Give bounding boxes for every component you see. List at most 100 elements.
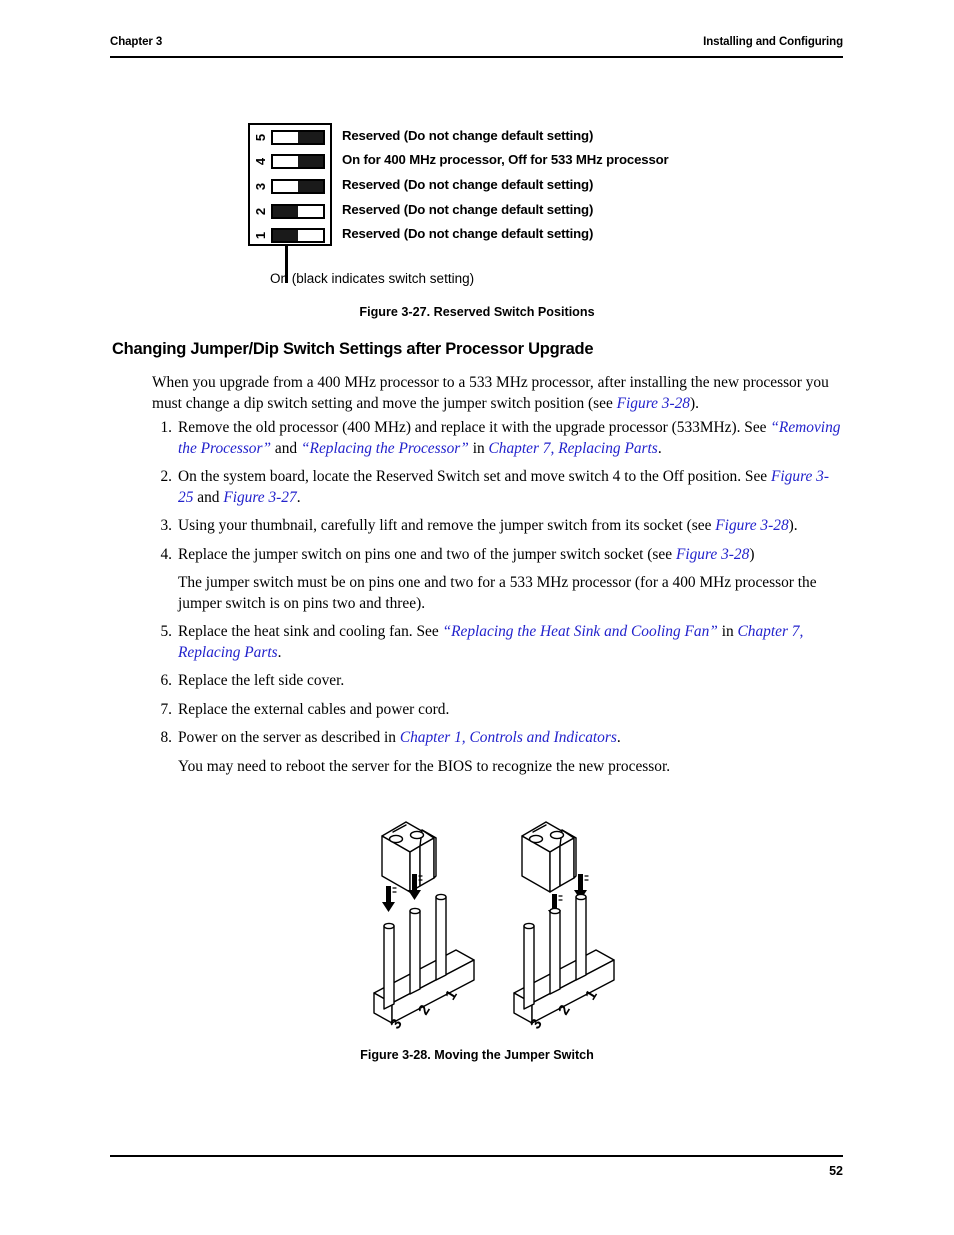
dip-switch-toggle-4[interactable] <box>271 154 325 170</box>
switch-half-left-1 <box>273 230 298 242</box>
dip-switch-number-5: 5 <box>253 133 268 141</box>
dip-switch-bank: 5 4 3 2 1 <box>248 123 332 246</box>
callout-label: On (black indicates switch setting) <box>270 271 475 286</box>
cross-reference-link[interactable]: Chapter 7, Replacing Parts <box>489 440 658 457</box>
procedure-step-number: 6. <box>160 672 172 689</box>
dip-switch-label-list: Reserved (Do not change default setting)… <box>342 123 772 246</box>
step-text: in <box>468 439 489 457</box>
dip-switch-toggle-5[interactable] <box>271 129 325 145</box>
jumper-diagram-left: 3 2 1 <box>373 821 475 1032</box>
procedure-step: 8. Power on the server as described in Ch… <box>152 728 844 749</box>
step-text: On the system board, locate the Reserved… <box>178 468 771 485</box>
step-text: . <box>657 439 662 457</box>
step-text: and <box>271 439 301 457</box>
xref-figure-3-28[interactable]: Figure 3-28 <box>617 395 690 412</box>
figure-3-27-caption: Figure 3-27. Reserved Switch Positions <box>359 305 595 319</box>
dip-switch-number-2: 2 <box>253 207 268 215</box>
step-text: You may need to reboot the server for th… <box>178 757 671 775</box>
header-section: Installing and Configuring <box>703 36 843 48</box>
cross-reference-link[interactable]: Figure 3-28 <box>676 546 749 563</box>
figure-3-28-caption: Figure 3-28. Moving the Jumper Switch <box>360 1048 594 1062</box>
procedure-list: 1. Remove the old processor (400 MHz) and… <box>152 418 844 785</box>
procedure-step-number: 3. <box>160 517 172 534</box>
procedure-step-number: 1. <box>160 419 172 436</box>
switch-half-right-5 <box>298 131 323 143</box>
footer-rule <box>110 1155 843 1157</box>
step-text: ) <box>749 545 755 563</box>
switch-half-left-5 <box>273 131 298 143</box>
dip-switch-toggle-3[interactable] <box>271 178 325 194</box>
procedure-step: 3. Using your thumbnail, carefully lift a… <box>152 516 844 537</box>
step-text: The jumper switch must be on pins one an… <box>178 574 817 612</box>
document-page: Chapter 3 Installing and Configuring 5 4 3… <box>0 0 954 1235</box>
step-text: . <box>616 729 621 746</box>
pin-1-left <box>435 893 447 981</box>
switch-half-right-1 <box>298 230 323 242</box>
step-text: . <box>296 488 301 506</box>
dip-switch-description-3: Reserved (Do not change default setting) <box>342 176 594 192</box>
step-text: . <box>277 643 282 661</box>
step-text: in <box>717 623 738 640</box>
switch-half-left-4 <box>273 156 298 168</box>
section-heading: Changing Jumper/Dip Switch Settings afte… <box>112 340 594 358</box>
cross-reference-link[interactable]: “Replacing the Heat Sink and Cooling Fan… <box>443 623 718 640</box>
switch-half-right-3 <box>298 180 323 192</box>
step-text: Replace the jumper switch on pins one an… <box>178 545 676 563</box>
procedure-note: The jumper switch must be on pins one an… <box>152 573 844 614</box>
procedure-step-number: 5. <box>160 623 172 640</box>
running-header: Chapter 3 Installing and Configuring <box>110 36 843 48</box>
cross-reference-link[interactable]: Figure 3-27 <box>223 489 296 506</box>
intro-paragraph: When you upgrade from a 400 MHz processo… <box>152 373 844 414</box>
intro-text-part1: When you upgrade from a 400 MHz processo… <box>152 374 829 412</box>
dip-switch-4[interactable]: 4 <box>250 150 334 175</box>
step-text: Remove the old processor (400 MHz) and r… <box>178 419 771 436</box>
procedure-step-number: 2. <box>160 468 172 485</box>
procedure-step: 7. Replace the external cables and power … <box>152 700 844 721</box>
header-rule <box>110 56 843 58</box>
dip-switch-5[interactable]: 5 <box>250 125 334 150</box>
cross-reference-link[interactable]: “Replacing the Processor” <box>301 440 469 457</box>
step-text: Replace the heat sink and cooling fan. S… <box>178 623 443 640</box>
step-text: Replace the external cables and power co… <box>178 700 450 718</box>
cross-reference-link[interactable]: Chapter 1, Controls and Indicators <box>400 729 617 746</box>
pin-2-right <box>549 907 561 995</box>
procedure-step: 5. Replace the heat sink and cooling fan.… <box>152 622 844 663</box>
switch-half-right-2 <box>298 205 323 217</box>
procedure-step: 2. On the system board, locate the Reserv… <box>152 467 844 508</box>
procedure-step: 1. Remove the old processor (400 MHz) and… <box>152 418 844 459</box>
jumper-diagram-right: 3 2 1 <box>513 821 615 1032</box>
dip-switch-3[interactable]: 3 <box>250 174 334 199</box>
dip-switch-description-5: Reserved (Do not change default setting) <box>342 127 594 143</box>
pin-3-left <box>383 922 395 1010</box>
dip-switch-number-4: 4 <box>253 158 268 166</box>
dip-switch-1[interactable]: 1 <box>250 223 334 248</box>
pin-1-right <box>575 893 587 981</box>
pin-3-right <box>523 922 535 1010</box>
page-number: 52 <box>829 1164 843 1178</box>
procedure-step: 4. Replace the jumper switch on pins one … <box>152 545 844 566</box>
procedure-step-number: 7. <box>160 700 172 718</box>
dip-switch-description-1: Reserved (Do not change default setting) <box>342 226 594 242</box>
dip-switch-number-3: 3 <box>253 182 268 191</box>
step-text: Using your thumbnail, carefully lift and… <box>178 517 716 534</box>
jumper-block-left <box>381 821 437 893</box>
dip-switch-toggle-1[interactable] <box>271 228 325 244</box>
insert-arrow-left-pin3 <box>382 886 395 912</box>
switch-half-left-2 <box>273 205 298 217</box>
jumper-block-right <box>521 821 577 893</box>
procedure-note: You may need to reboot the server for th… <box>152 757 844 778</box>
figure-3-27-dip-switch-diagram: 5 4 3 2 1 Reserved (Do not change default se… <box>248 123 768 303</box>
dip-switch-description-4: On for 400 MHz processor, Off for 533 MH… <box>342 152 669 168</box>
switch-half-left-3 <box>273 180 298 192</box>
procedure-step-number: 8. <box>160 729 172 746</box>
dip-switch-toggle-2[interactable] <box>271 203 325 219</box>
step-text: Power on the server as described in <box>178 729 400 746</box>
cross-reference-link[interactable]: Figure 3-28 <box>715 517 788 534</box>
step-text: Replace the left side cover. <box>178 672 345 689</box>
step-text: and <box>193 488 224 506</box>
dip-switch-number-1: 1 <box>253 232 268 240</box>
dip-switch-2[interactable]: 2 <box>250 199 334 224</box>
intro-text-part2: ). <box>690 394 699 412</box>
figure-3-28-jumper-diagram: 3 2 1 3 2 1 <box>360 808 630 1043</box>
header-chapter: Chapter 3 <box>110 36 163 48</box>
